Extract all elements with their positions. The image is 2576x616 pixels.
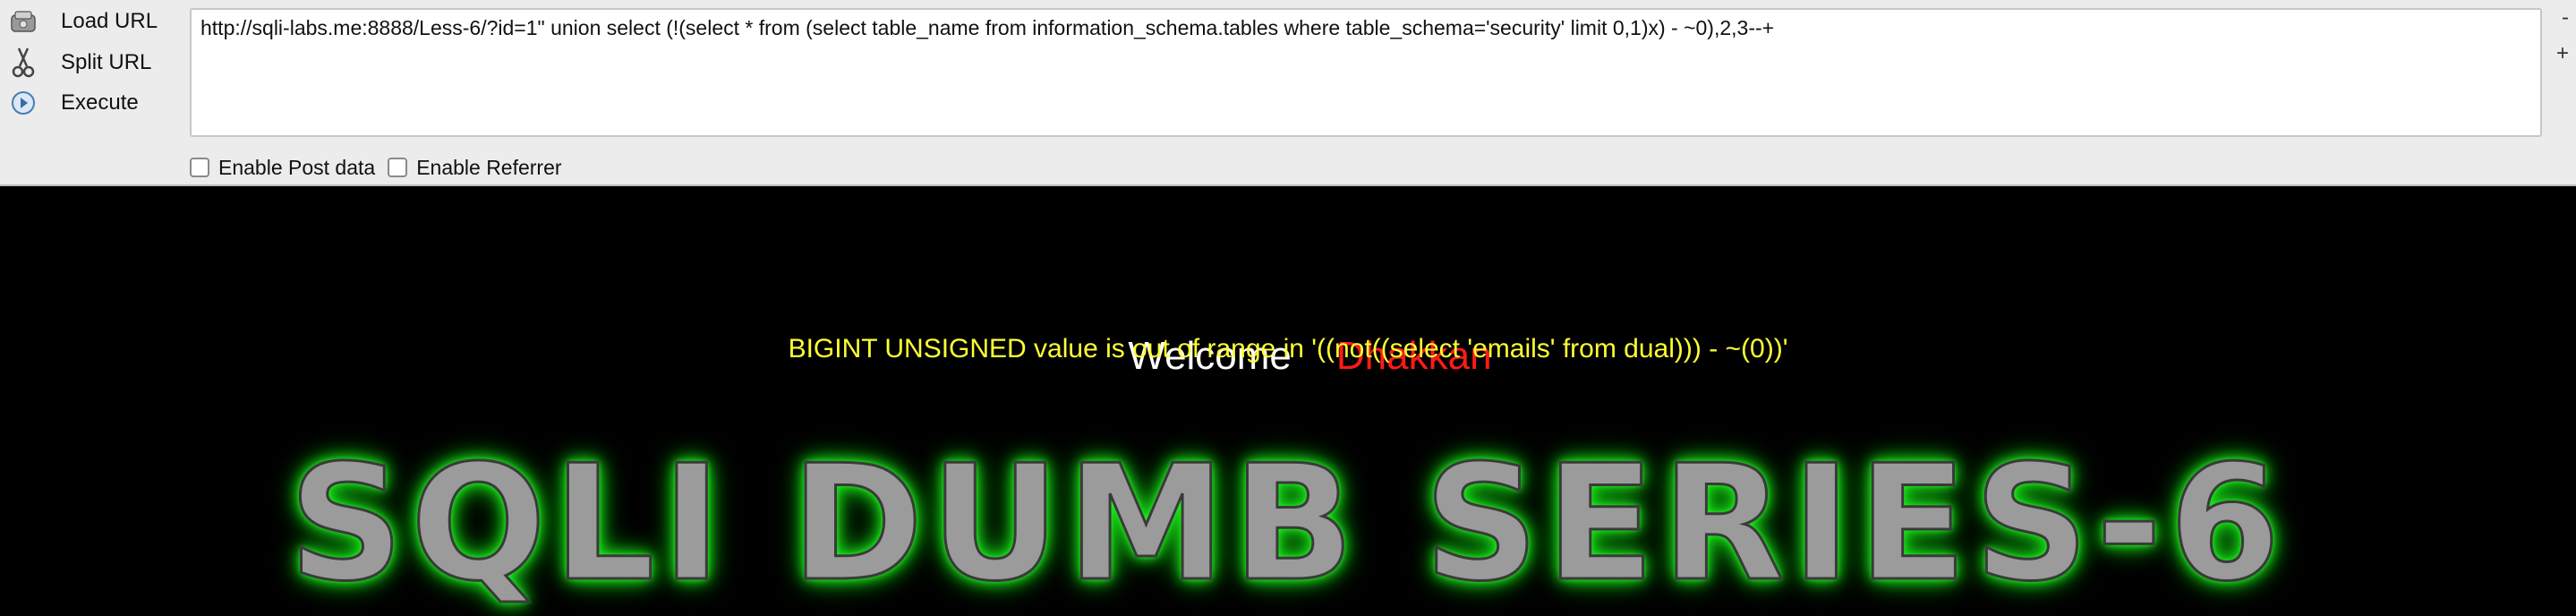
shrink-button[interactable]: - [2562, 5, 2569, 30]
enable-referrer-option[interactable]: Enable Referrer [388, 155, 562, 180]
enable-referrer-checkbox[interactable] [388, 158, 408, 177]
enable-post-data-label: Enable Post data [218, 155, 376, 179]
scissors-icon [7, 47, 39, 79]
hackbar-actions: Load URL Split URL Execute [0, 0, 186, 134]
execute-label: Execute [61, 90, 139, 115]
load-url-label: Load URL [61, 9, 158, 33]
enable-post-data-checkbox[interactable] [190, 158, 209, 177]
sql-error-message: BIGINT UNSIGNED value is out of range in… [788, 334, 1788, 364]
play-icon [7, 87, 39, 119]
enable-referrer-label: Enable Referrer [416, 155, 562, 179]
split-url-label: Split URL [61, 50, 152, 74]
execute-button[interactable]: Execute [7, 83, 186, 123]
page-content: Welcome Dhakkan BIGINT UNSIGNED value is … [0, 188, 2576, 604]
enable-post-data-option[interactable]: Enable Post data [190, 156, 375, 180]
load-url-icon [7, 5, 39, 38]
url-input[interactable]: http://sqli-labs.me:8888/Less-6/?id=1" u… [190, 8, 2542, 137]
series-banner-title: SQLI DUMB SERIES-6 [287, 431, 2288, 616]
load-url-button[interactable]: Load URL [7, 2, 186, 41]
hackbar-toolbar: Load URL Split URL Execute http://sqli-l… [0, 0, 2576, 186]
expand-button[interactable]: + [2556, 41, 2569, 66]
split-url-button[interactable]: Split URL [7, 43, 186, 82]
hackbar-options: Enable Post data Enable Referrer [190, 154, 562, 181]
